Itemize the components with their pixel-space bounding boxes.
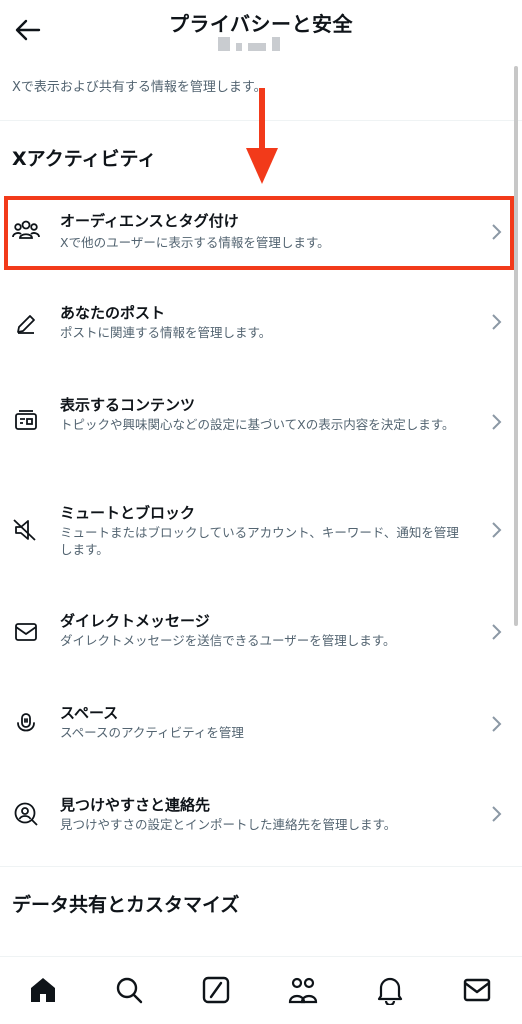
nav-messages[interactable] (460, 973, 494, 1007)
settings-item-your-posts[interactable]: あなたのポスト ポストに関連する情報を管理します。 (0, 290, 510, 360)
nav-search[interactable] (112, 973, 146, 1007)
item-description: ダイレクトメッセージを送信できるユーザーを管理します。 (60, 633, 396, 648)
username-redacted (218, 36, 290, 52)
settings-item-content-you-see[interactable]: 表示するコンテンツ トピックや興味関心などの設定に基づいてXの表示内容を決定しま… (0, 380, 510, 464)
settings-item-discoverability[interactable]: 見つけやすさと連絡先 見つけやすさの設定とインポートした連絡先を管理します。 (0, 782, 510, 848)
item-description: スペースのアクティビティを管理 (60, 725, 244, 740)
nav-communities[interactable] (286, 973, 320, 1007)
chevron-right-icon (492, 414, 502, 430)
item-label: 表示するコンテンツ (60, 396, 196, 414)
chevron-right-icon (492, 522, 502, 538)
annotation-highlight-box (4, 196, 514, 270)
search-icon (116, 977, 143, 1004)
chevron-right-icon (492, 716, 502, 732)
home-icon (31, 978, 55, 1002)
content-icon (12, 406, 40, 434)
nav-home[interactable] (26, 973, 60, 1007)
chevron-right-icon (492, 806, 502, 822)
page-subtitle: Xで表示および共有する情報を管理します。 (12, 80, 267, 95)
bell-icon (377, 977, 403, 1005)
communities-icon (288, 977, 318, 1004)
item-label: あなたのポスト (60, 304, 166, 322)
section-title-x-activity: Xアクティビティ (12, 148, 157, 170)
scrollbar[interactable] (514, 66, 518, 626)
settings-item-mute-block[interactable]: ミュートとブロック ミュートまたはブロックしているアカウント、キーワード、通知を… (0, 490, 510, 574)
mute-icon (12, 516, 40, 544)
mail-icon (463, 978, 491, 1002)
item-label: ダイレクトメッセージ (60, 612, 210, 630)
chevron-right-icon (492, 624, 502, 640)
page-title: プライバシーと安全 (168, 12, 354, 36)
envelope-icon (12, 618, 40, 646)
item-description: ポストに関連する情報を管理します。 (60, 325, 272, 340)
top-bar: プライバシーと安全 (0, 0, 522, 64)
item-description: ミュートまたはブロックしているアカウント、キーワード、通知を管理します。 (60, 525, 459, 557)
spaces-icon (12, 710, 40, 738)
item-label: スペース (60, 704, 119, 722)
settings-item-spaces[interactable]: スペース スペースのアクティビティを管理 (0, 692, 510, 758)
item-label: ミュートとブロック (60, 504, 196, 522)
discover-icon (12, 800, 40, 828)
divider (0, 866, 522, 867)
grok-icon (202, 976, 230, 1004)
settings-item-direct-messages[interactable]: ダイレクトメッセージ ダイレクトメッセージを送信できるユーザーを管理します。 (0, 600, 510, 666)
item-label: 見つけやすさと連絡先 (60, 796, 211, 814)
section-title-data-sharing: データ共有とカスタマイズ (12, 894, 240, 916)
nav-grok[interactable] (199, 973, 233, 1007)
item-description: 見つけやすさの設定とインポートした連絡先を管理します。 (60, 817, 397, 832)
chevron-right-icon (492, 314, 502, 330)
nav-notifications[interactable] (373, 973, 407, 1007)
annotation-arrow (246, 88, 278, 184)
item-description: トピックや興味関心などの設定に基づいてXの表示内容を決定します。 (60, 417, 455, 432)
bottom-navigation (0, 956, 522, 1024)
pencil-icon (12, 310, 40, 338)
